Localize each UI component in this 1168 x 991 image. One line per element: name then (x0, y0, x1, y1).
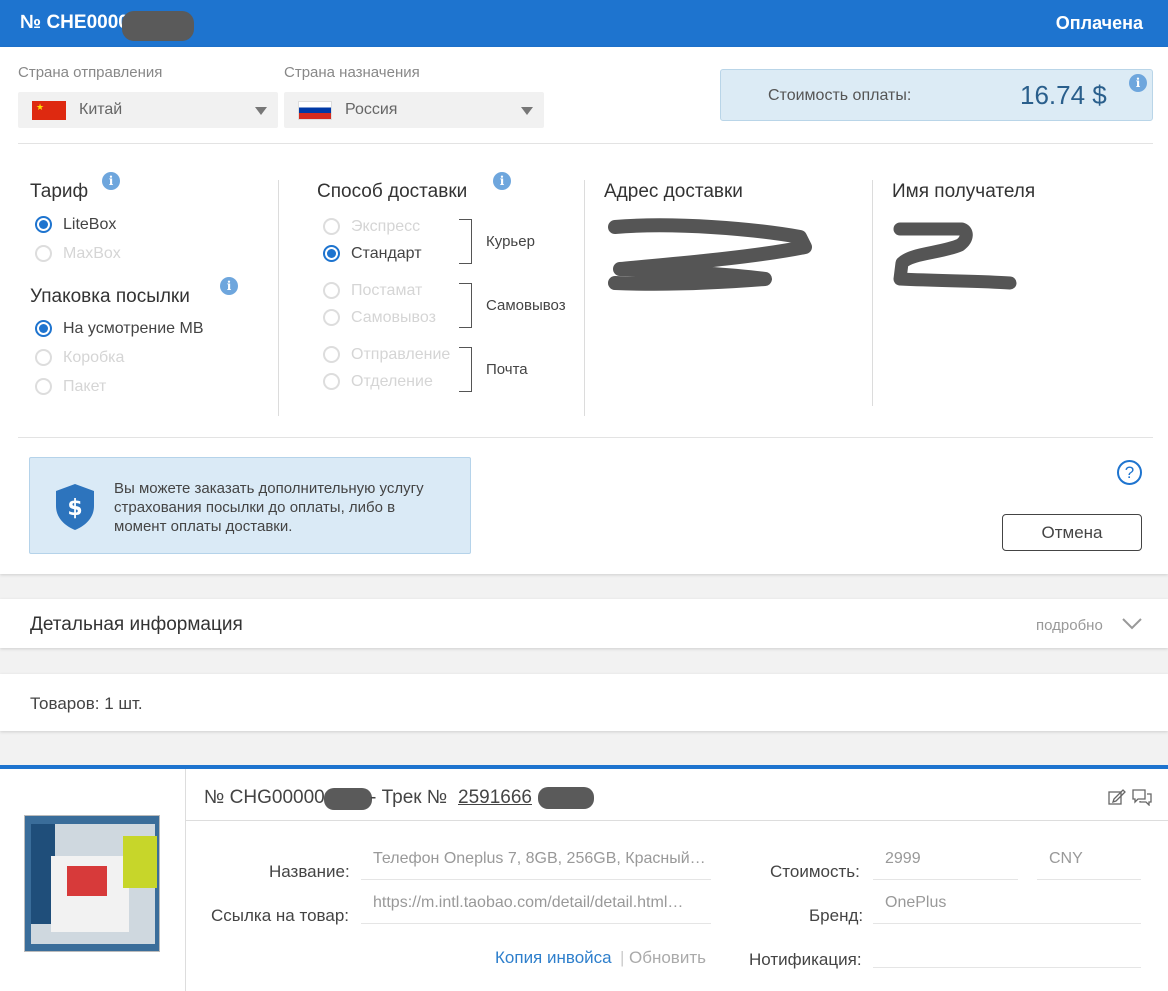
group-bracket (459, 283, 472, 328)
details-more-link[interactable]: подробно (1036, 617, 1103, 634)
redaction-mark (324, 788, 372, 810)
cancel-button[interactable]: Отмена (1002, 514, 1142, 551)
radio-icon (323, 373, 340, 390)
group-bracket (459, 347, 472, 392)
destination-value: Россия (345, 101, 398, 118)
payment-cost-box: Стоимость оплаты: 16.74 $ (720, 69, 1153, 121)
goods-summary: Товаров: 1 шт. (0, 674, 1168, 731)
radio-checked-icon (35, 216, 52, 233)
payment-label: Стоимость оплаты: (768, 87, 912, 104)
name-label: Название: (269, 862, 350, 881)
dropdown-arrow-icon (255, 107, 267, 115)
recipient-redaction (893, 222, 1017, 290)
address-redaction (608, 218, 812, 291)
radio-icon (323, 282, 340, 299)
brand-field[interactable]: OnePlus (873, 894, 1141, 924)
currency-field[interactable]: CNY (1037, 850, 1141, 880)
russia-flag-icon (298, 101, 332, 120)
insurance-text: Вы можете заказать дополнительную услугу… (114, 480, 424, 535)
order-number: № CHE0000 (20, 12, 129, 33)
track-number-link[interactable]: 2591666 (458, 787, 532, 809)
item-header: № CHG00000 - Трек № 2591666 (204, 787, 594, 810)
help-icon[interactable]: ? (1117, 460, 1142, 485)
column-divider (278, 180, 279, 416)
insurance-notice: $ Вы можете заказать дополнительную услу… (29, 457, 471, 554)
destination-select[interactable]: Россия (284, 92, 544, 128)
destination-label: Страна назначения (284, 64, 420, 81)
radio-icon (35, 378, 52, 395)
column-divider (584, 180, 585, 416)
radio-checked-icon (323, 245, 340, 262)
column-divider (872, 180, 873, 406)
goods-count: Товаров: 1 шт. (30, 694, 143, 713)
link-separator: | (620, 948, 625, 967)
order-status: Оплачена (1055, 13, 1143, 33)
order-header: № CHE0000 Оплачена (0, 0, 1168, 47)
item-number: № CHG00000 (204, 787, 325, 808)
item-card: № CHG00000 - Трек № 2591666 Название: Те… (0, 765, 1168, 991)
details-panel[interactable]: Детальная информация подробно (0, 599, 1168, 648)
radio-icon (323, 309, 340, 326)
origin-select[interactable]: ★ Китай (18, 92, 278, 128)
link-field[interactable]: https://m.intl.taobao.com/detail/detail.… (361, 894, 711, 924)
radio-checked-icon (35, 320, 52, 337)
origin-label: Страна отправления (18, 64, 163, 81)
radio-icon (323, 346, 340, 363)
group-label-post: Почта (486, 361, 528, 378)
radio-icon (323, 218, 340, 235)
divider (18, 437, 1153, 438)
order-card: Страна отправления ★ Китай Страна назнач… (0, 47, 1168, 574)
payment-value: 16.74 $ (1020, 80, 1107, 110)
address-title: Адрес доставки (604, 181, 743, 202)
shield-dollar-icon: $ (56, 484, 94, 530)
notification-field[interactable] (873, 938, 1141, 968)
delivery-title: Способ доставки (317, 181, 468, 202)
tariff-title: Тариф (30, 181, 89, 202)
radio-icon (35, 349, 52, 366)
cost-label: Стоимость: (770, 862, 860, 881)
product-image[interactable] (24, 815, 160, 952)
dropdown-arrow-icon (521, 107, 533, 115)
redaction-mark (538, 787, 594, 809)
comments-icon[interactable] (1132, 789, 1152, 806)
cost-field[interactable]: 2999 (873, 850, 1018, 880)
packaging-info-icon[interactable]: i (220, 277, 238, 295)
delivery-info-icon[interactable]: i (493, 172, 511, 190)
info-icon[interactable]: i (1129, 74, 1147, 92)
link-label: Ссылка на товар: (211, 906, 349, 925)
divider (186, 820, 1168, 821)
name-field[interactable]: Телефон Oneplus 7, 8GB, 256GB, Красный… (361, 850, 711, 880)
group-label-pickup: Самовывоз (486, 297, 566, 314)
radio-icon (35, 245, 52, 262)
group-bracket (459, 219, 472, 264)
refresh-link[interactable]: Обновить (629, 948, 706, 968)
details-title: Детальная информация (30, 614, 243, 635)
china-flag-icon: ★ (32, 101, 66, 120)
divider (185, 769, 186, 991)
edit-icon[interactable] (1108, 789, 1126, 805)
brand-label: Бренд: (809, 906, 864, 925)
recipient-title: Имя получателя (892, 181, 1036, 202)
divider (18, 143, 1153, 144)
svg-text:$: $ (67, 496, 82, 521)
chevron-down-icon[interactable] (1121, 617, 1143, 631)
track-prefix: - Трек № (370, 787, 448, 808)
redaction-mark (122, 11, 194, 41)
packaging-title: Упаковка посылки (30, 286, 190, 307)
group-label-courier: Курьер (486, 233, 535, 250)
tariff-info-icon[interactable]: i (102, 172, 120, 190)
invoice-copy-link[interactable]: Копия инвойса (495, 948, 612, 968)
origin-value: Китай (79, 101, 123, 118)
notification-label: Нотификация: (749, 950, 862, 969)
